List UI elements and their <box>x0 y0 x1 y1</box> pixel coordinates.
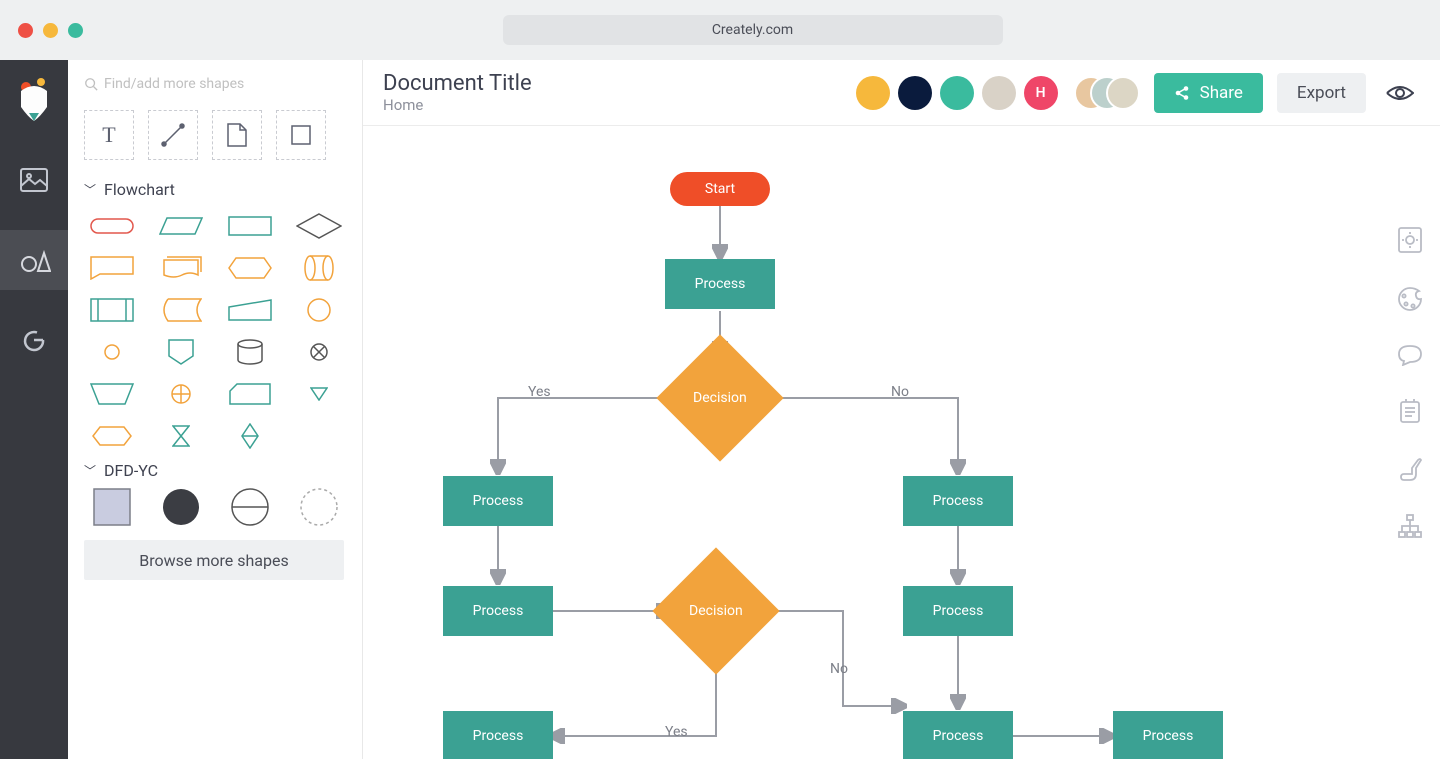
flowchart-shapes <box>84 211 346 451</box>
export-label: Export <box>1297 83 1346 103</box>
flowchart-start[interactable]: Start <box>670 172 770 206</box>
url-text: Creately.com <box>712 22 793 38</box>
rect-tool[interactable] <box>276 110 326 160</box>
edge-label-no: No <box>891 384 909 400</box>
browse-label: Browse more shapes <box>139 551 288 570</box>
shape-manual-op[interactable] <box>84 379 139 409</box>
breadcrumb[interactable]: Home <box>383 96 532 114</box>
browser-chrome: Creately.com <box>0 0 1440 60</box>
flowchart-process[interactable]: Process <box>443 711 553 759</box>
text-tool[interactable]: T <box>84 110 134 160</box>
comments-panel-icon[interactable] <box>1397 344 1423 370</box>
basic-tools-row: T <box>84 110 346 160</box>
edge-label-yes: Yes <box>665 724 688 740</box>
shape-search[interactable]: Find/add more shapes <box>84 76 346 92</box>
shape-dfd-process[interactable] <box>153 492 208 522</box>
style-panel-icon[interactable] <box>1398 456 1422 486</box>
search-placeholder: Find/add more shapes <box>104 76 244 92</box>
shape-card[interactable] <box>222 379 277 409</box>
flowchart-process[interactable]: Process <box>903 476 1013 526</box>
page-tool[interactable] <box>212 110 262 160</box>
shape-merge[interactable] <box>291 379 346 409</box>
eye-icon <box>1386 84 1414 102</box>
shape-terminator[interactable] <box>84 211 139 241</box>
close-window-icon[interactable] <box>18 23 33 38</box>
shape-process[interactable] <box>222 211 277 241</box>
minimize-window-icon[interactable] <box>43 23 58 38</box>
shape-or[interactable] <box>153 379 208 409</box>
avatar[interactable] <box>856 76 890 110</box>
canvas[interactable]: Start Process Decision Yes No Process Pr… <box>363 126 1440 759</box>
flowchart-process[interactable]: Process <box>1113 711 1223 759</box>
shape-offpage[interactable] <box>153 337 208 367</box>
dfd-shapes <box>84 492 346 522</box>
right-rail <box>1380 126 1440 759</box>
chevron-down-icon: ﹀ <box>84 181 96 198</box>
shape-magnetic-disk[interactable] <box>222 337 277 367</box>
shape-connector-small[interactable] <box>84 337 139 367</box>
shape-dfd-datastore[interactable] <box>222 492 277 522</box>
flowchart-edges <box>363 126 1440 759</box>
edge-label-no: No <box>830 661 848 677</box>
section-label: Flowchart <box>104 180 175 199</box>
main-area: Document Title Home H Share <box>363 60 1440 759</box>
avatar[interactable] <box>1106 76 1140 110</box>
shape-display[interactable] <box>222 253 277 283</box>
shape-storeddata[interactable] <box>153 295 208 325</box>
section-label: DFD-YC <box>104 461 158 480</box>
shape-predefined[interactable] <box>84 295 139 325</box>
shape-collate[interactable] <box>153 421 208 451</box>
avatar[interactable] <box>898 76 932 110</box>
rail-google-icon[interactable] <box>0 310 68 370</box>
chevron-down-icon: ﹀ <box>84 462 96 479</box>
url-bar[interactable]: Creately.com <box>503 15 1003 45</box>
flowchart-process[interactable]: Process <box>665 259 775 309</box>
theme-panel-icon[interactable] <box>1397 286 1423 316</box>
browse-more-shapes-button[interactable]: Browse more shapes <box>84 540 344 580</box>
avatar[interactable] <box>982 76 1016 110</box>
document-title[interactable]: Document Title <box>383 71 532 96</box>
shape-decision[interactable] <box>291 211 346 241</box>
edge-label-yes: Yes <box>528 384 551 400</box>
shape-summing[interactable] <box>291 337 346 367</box>
shape-manual-input[interactable] <box>222 295 277 325</box>
flowchart-process[interactable]: Process <box>903 711 1013 759</box>
settings-panel-icon[interactable] <box>1397 226 1423 258</box>
shapes-panel: Find/add more shapes T ﹀ Flowchart <box>68 60 363 759</box>
shape-dfd-boundary[interactable] <box>291 492 346 522</box>
flowchart-process[interactable]: Process <box>443 476 553 526</box>
share-icon <box>1174 85 1190 101</box>
maximize-window-icon[interactable] <box>68 23 83 38</box>
window-controls <box>18 23 83 38</box>
shape-comment[interactable] <box>84 253 139 283</box>
share-button[interactable]: Share <box>1154 73 1263 113</box>
avatar[interactable] <box>940 76 974 110</box>
line-tool[interactable] <box>148 110 198 160</box>
app-logo[interactable] <box>0 70 68 130</box>
export-button[interactable]: Export <box>1277 73 1366 113</box>
search-icon <box>84 77 98 91</box>
section-flowchart[interactable]: ﹀ Flowchart <box>84 180 346 199</box>
hierarchy-panel-icon[interactable] <box>1397 514 1423 542</box>
section-dfd[interactable]: ﹀ DFD-YC <box>84 461 346 480</box>
shape-dfd-entity[interactable] <box>84 492 139 522</box>
shape-database-cyl[interactable] <box>291 253 346 283</box>
view-mode-button[interactable] <box>1380 73 1420 113</box>
rail-shapes-icon[interactable] <box>0 230 68 290</box>
shape-data[interactable] <box>153 211 208 241</box>
flowchart-process[interactable]: Process <box>443 586 553 636</box>
notes-panel-icon[interactable] <box>1399 398 1421 428</box>
shape-multidoc[interactable] <box>153 253 208 283</box>
left-rail <box>0 60 68 759</box>
topbar: Document Title Home H Share <box>363 60 1440 126</box>
rail-image-icon[interactable] <box>0 150 68 210</box>
flowchart-process[interactable]: Process <box>903 586 1013 636</box>
collaborator-avatars: H <box>856 76 1140 110</box>
share-label: Share <box>1200 83 1243 103</box>
avatar[interactable]: H <box>1024 76 1058 110</box>
shape-preparation[interactable] <box>84 421 139 451</box>
shape-connector[interactable] <box>291 295 346 325</box>
shape-sort[interactable] <box>222 421 277 451</box>
